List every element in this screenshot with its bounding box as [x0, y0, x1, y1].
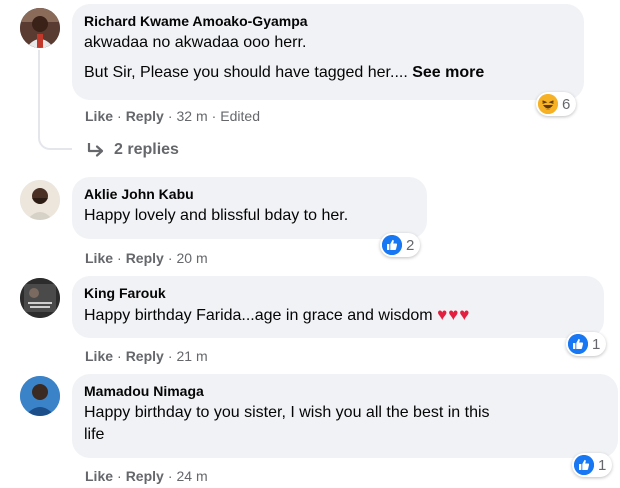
author-name[interactable]: King Farouk	[84, 284, 592, 302]
reaction-count-pill[interactable]: 2	[380, 233, 421, 257]
reply-button[interactable]: Reply	[126, 108, 164, 124]
reaction-count-pill[interactable]: 1	[566, 332, 607, 356]
reply-arrow-icon	[86, 140, 106, 160]
avatar[interactable]	[20, 180, 60, 220]
heart-emojis: ♥♥♥	[437, 305, 471, 324]
avatar[interactable]	[20, 278, 60, 318]
timestamp[interactable]: 24 m	[176, 468, 207, 484]
like-button[interactable]: Like	[85, 250, 113, 266]
separator-dot: ·	[167, 348, 173, 364]
avatar[interactable]	[20, 376, 60, 416]
separator-dot: ·	[117, 468, 122, 484]
author-name[interactable]: Aklie John Kabu	[84, 185, 415, 203]
comment-text-line2: But Sir, Please you should have tagged h…	[84, 62, 572, 84]
like-button[interactable]: Like	[85, 468, 113, 484]
comment-text-line2: life	[84, 426, 105, 443]
timestamp[interactable]: 32 m	[176, 108, 207, 124]
comment-text: Happy lovely and blissful bday to her.	[84, 207, 349, 224]
comment-bubble: Richard Kwame Amoako-Gyampa akwadaa no a…	[72, 4, 584, 100]
comment-actions: Like · Reply · 24 m	[85, 467, 208, 485]
comment-text: Happy birthday to you sister, I wish you…	[84, 404, 490, 421]
thread-line	[38, 50, 72, 150]
avatar[interactable]	[20, 8, 60, 48]
comment-bubble: King Farouk Happy birthday Farida...age …	[72, 276, 604, 338]
comment-actions: Like · Reply · 32 m · Edited	[85, 107, 260, 125]
like-icon	[382, 235, 402, 255]
separator-dot: ·	[117, 108, 122, 124]
reply-button[interactable]: Reply	[126, 250, 164, 266]
separator-dot: ·	[167, 250, 173, 266]
author-name[interactable]: Richard Kwame Amoako-Gyampa	[84, 12, 572, 30]
reaction-count-pill[interactable]: 6	[536, 92, 577, 116]
separator-dot: ·	[167, 108, 173, 124]
like-icon	[568, 334, 588, 354]
reaction-count-pill[interactable]: 1	[572, 453, 613, 477]
separator-dot: ·	[117, 250, 122, 266]
separator-dot: ·	[117, 348, 122, 364]
reaction-count: 2	[406, 236, 415, 254]
comment-actions: Like · Reply · 21 m	[85, 347, 208, 365]
comment-text-body: Happy birthday Farida...age in grace and…	[84, 307, 433, 324]
replies-count: 2 replies	[114, 141, 179, 158]
view-replies-link[interactable]: 2 replies	[86, 140, 179, 160]
reaction-count: 1	[592, 335, 601, 353]
timestamp[interactable]: 20 m	[176, 250, 207, 266]
haha-icon	[538, 94, 558, 114]
like-button[interactable]: Like	[85, 108, 113, 124]
timestamp[interactable]: 21 m	[176, 348, 207, 364]
author-name[interactable]: Mamadou Nimaga	[84, 382, 606, 400]
edited-label: Edited	[220, 108, 260, 124]
reaction-count: 6	[562, 95, 571, 113]
comment-bubble: Aklie John Kabu Happy lovely and blissfu…	[72, 177, 427, 239]
see-more-link[interactable]: See more	[412, 64, 484, 81]
reply-button[interactable]: Reply	[126, 348, 164, 364]
reaction-count: 1	[598, 456, 607, 474]
comment-text-excerpt: But Sir, Please you should have tagged h…	[84, 64, 408, 81]
separator-dot: ·	[211, 108, 217, 124]
comment-actions: Like · Reply · 20 m	[85, 249, 208, 267]
reply-button[interactable]: Reply	[126, 468, 164, 484]
like-button[interactable]: Like	[85, 348, 113, 364]
comment-bubble: Mamadou Nimaga Happy birthday to you sis…	[72, 374, 618, 458]
separator-dot: ·	[167, 468, 173, 484]
comment-text: akwadaa no akwadaa ooo herr.	[84, 34, 307, 51]
comment-text: Happy birthday Farida...age in grace and…	[84, 304, 592, 327]
like-icon	[574, 455, 594, 475]
